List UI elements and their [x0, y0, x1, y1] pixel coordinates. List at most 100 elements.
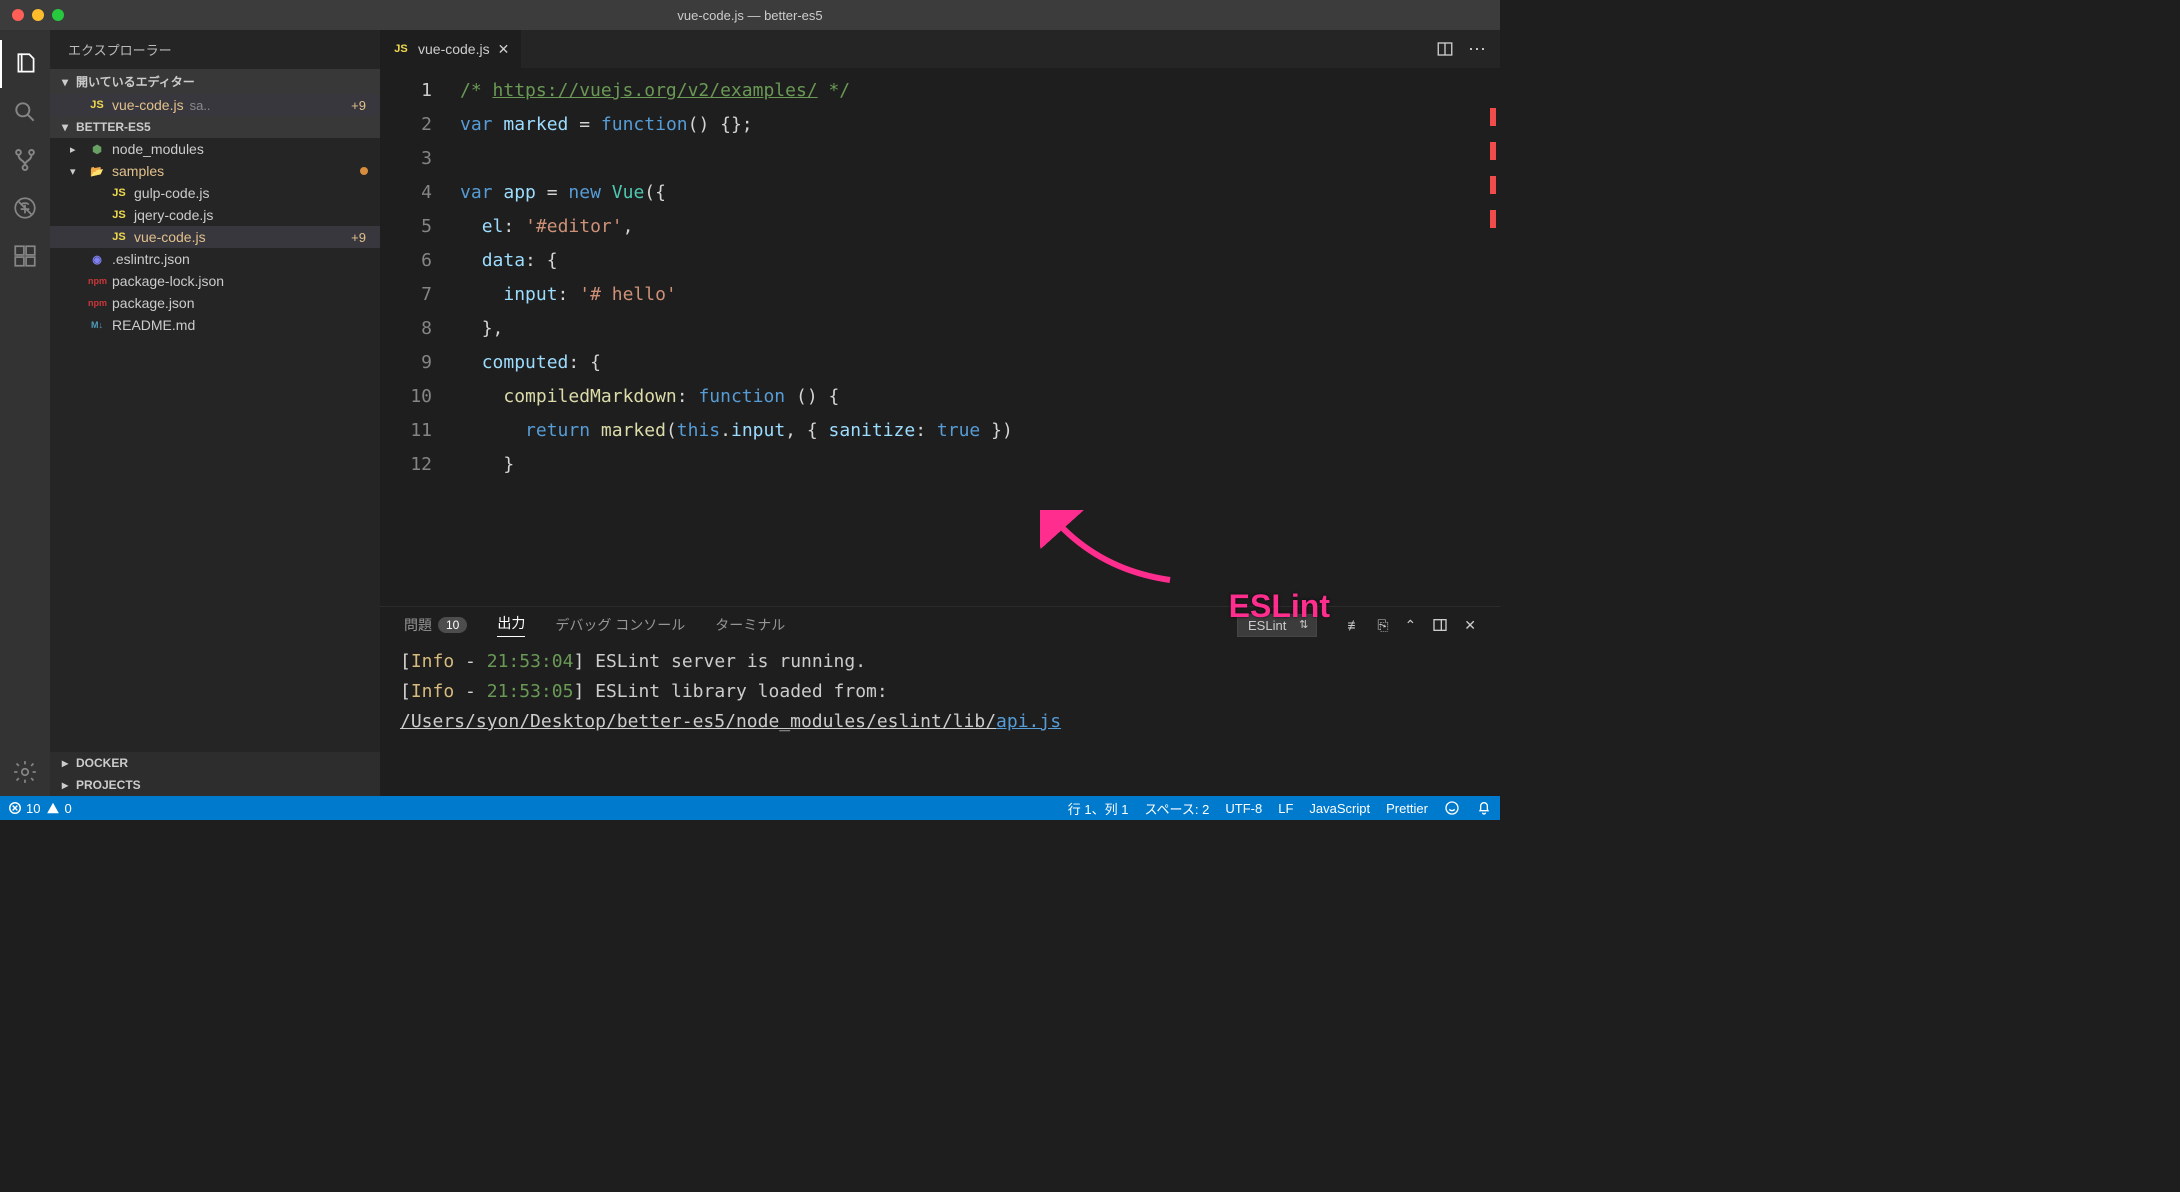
error-marker[interactable] — [1490, 176, 1496, 194]
status-language[interactable]: JavaScript — [1309, 801, 1370, 816]
panel-tabs: 問題 10 出力 デバッグ コンソール ターミナル ESLint ≢ — [380, 607, 1500, 643]
status-indent[interactable]: スペース: 2 — [1144, 799, 1209, 818]
panel-actions: ≢ ⎘ ⌃ ✕ — [1347, 617, 1476, 634]
tree-label: node_modules — [112, 141, 204, 157]
tree-label: jqery-code.js — [134, 207, 213, 223]
panel-tab-debug[interactable]: デバッグ コンソール — [555, 615, 685, 635]
overview-ruler[interactable] — [1490, 108, 1498, 244]
code-editor[interactable]: 123456789101112 /* https://vuejs.org/v2/… — [380, 68, 1500, 606]
activity-debug[interactable] — [0, 184, 50, 232]
status-warnings[interactable]: 0 — [46, 801, 71, 816]
tree-file-package[interactable]: npm package.json — [50, 292, 380, 314]
activity-explorer[interactable] — [0, 40, 50, 88]
chevron-down-icon: ▾ — [58, 120, 72, 134]
status-encoding[interactable]: UTF-8 — [1225, 801, 1262, 816]
warning-icon — [46, 801, 60, 815]
no-bug-icon — [12, 195, 38, 221]
bottom-panel: 問題 10 出力 デバッグ コンソール ターミナル ESLint ≢ — [380, 606, 1500, 796]
panel-tab-label: ターミナル — [715, 615, 785, 635]
status-errors[interactable]: 10 — [8, 801, 40, 816]
smiley-icon — [1444, 800, 1460, 816]
activity-settings[interactable] — [0, 748, 50, 796]
chevron-right-icon: ▸ — [70, 143, 82, 156]
status-cursor[interactable]: 行 1、列 1 — [1068, 799, 1129, 818]
projects-section-header[interactable]: ▸ PROJECTS — [50, 774, 380, 796]
lock-scroll-icon[interactable]: ⎘ — [1377, 617, 1388, 634]
titlebar: vue-code.js — better-es5 — [0, 0, 1500, 30]
panel-tab-problems[interactable]: 問題 10 — [404, 615, 467, 635]
npm-icon: npm — [88, 276, 106, 286]
maximize-panel-icon[interactable] — [1432, 617, 1448, 633]
open-editor-path: sa.. — [190, 98, 211, 113]
status-feedback[interactable] — [1444, 800, 1460, 816]
close-window-button[interactable] — [12, 9, 24, 21]
tree-file-eslintrc[interactable]: ◉ .eslintrc.json — [50, 248, 380, 270]
tree-file-readme[interactable]: M↓ README.md — [50, 314, 380, 336]
activity-bar — [0, 30, 50, 796]
tree-file-package-lock[interactable]: npm package-lock.json — [50, 270, 380, 292]
problems-count-badge: 10 — [438, 617, 467, 633]
gear-icon — [12, 759, 38, 785]
markdown-icon: M↓ — [88, 320, 106, 330]
tree-file-gulp[interactable]: JS gulp-code.js — [50, 182, 380, 204]
npm-icon: npm — [88, 298, 106, 308]
output-log[interactable]: [Info - 21:53:04] ESLint server is runni… — [380, 643, 1500, 796]
status-prettier[interactable]: Prettier — [1386, 801, 1428, 816]
panel-tab-output[interactable]: 出力 — [497, 613, 525, 637]
open-editor-filename: vue-code.js — [112, 97, 184, 113]
output-channel-select[interactable]: ESLint — [1237, 614, 1317, 637]
error-marker[interactable] — [1490, 210, 1496, 228]
docker-section-header[interactable]: ▸ DOCKER — [50, 752, 380, 774]
zoom-window-button[interactable] — [52, 9, 64, 21]
activity-search[interactable] — [0, 88, 50, 136]
js-file-icon: JS — [392, 43, 410, 55]
minimize-window-button[interactable] — [32, 9, 44, 21]
file-tree: ▸ ⬢ node_modules ▾ 📂 samples JS gulp-cod… — [50, 138, 380, 336]
editor-actions: ⋯ — [1422, 30, 1500, 68]
tree-label: .eslintrc.json — [112, 251, 190, 267]
clear-output-icon[interactable]: ≢ — [1347, 617, 1361, 633]
node-folder-icon: ⬢ — [88, 143, 106, 156]
error-marker[interactable] — [1490, 108, 1496, 126]
editor-tab-bar: JS vue-code.js ✕ ⋯ — [380, 30, 1500, 68]
git-branch-icon — [12, 147, 38, 173]
panel-tab-terminal[interactable]: ターミナル — [715, 615, 785, 635]
open-editor-item[interactable]: JS vue-code.js sa.. +9 — [50, 94, 380, 116]
activity-scm[interactable] — [0, 136, 50, 184]
status-notifications[interactable] — [1476, 800, 1492, 816]
line-numbers: 123456789101112 — [380, 68, 450, 606]
chevron-down-icon: ▾ — [70, 165, 82, 178]
search-icon — [12, 99, 38, 125]
more-actions-icon[interactable]: ⋯ — [1468, 39, 1486, 60]
editor-tab[interactable]: JS vue-code.js ✕ — [380, 30, 522, 68]
activity-extensions[interactable] — [0, 232, 50, 280]
tree-label: README.md — [112, 317, 195, 333]
tree-folder-node-modules[interactable]: ▸ ⬢ node_modules — [50, 138, 380, 160]
js-file-icon: JS — [88, 99, 106, 111]
tab-filename: vue-code.js — [418, 41, 490, 57]
close-panel-icon[interactable]: ✕ — [1464, 617, 1476, 634]
chevron-up-icon[interactable]: ⌃ — [1405, 617, 1417, 634]
error-marker[interactable] — [1490, 142, 1496, 160]
panel-tab-label: 出力 — [497, 613, 525, 633]
tree-folder-samples[interactable]: ▾ 📂 samples — [50, 160, 380, 182]
tree-file-vue[interactable]: JS vue-code.js +9 — [50, 226, 380, 248]
split-editor-icon[interactable] — [1436, 40, 1454, 58]
status-eol[interactable]: LF — [1278, 801, 1293, 816]
output-channel-label: ESLint — [1248, 618, 1286, 633]
close-tab-icon[interactable]: ✕ — [498, 41, 510, 58]
error-icon — [8, 801, 22, 815]
workspace-header[interactable]: ▾ BETTER-ES5 — [50, 116, 380, 138]
chevron-right-icon: ▸ — [58, 778, 72, 792]
open-editor-badge: +9 — [351, 98, 366, 113]
extensions-icon — [12, 243, 38, 269]
open-editors-label: 開いているエディター — [76, 73, 195, 90]
code-content[interactable]: /* https://vuejs.org/v2/examples/ */ var… — [450, 68, 1500, 606]
tree-file-jqery[interactable]: JS jqery-code.js — [50, 204, 380, 226]
tree-label: gulp-code.js — [134, 185, 210, 201]
tree-label: samples — [112, 163, 164, 179]
open-editors-header[interactable]: ▾ 開いているエディター — [50, 69, 380, 94]
tree-label: package-lock.json — [112, 273, 224, 289]
editor-area: JS vue-code.js ✕ ⋯ 123456789101112 /* ht… — [380, 30, 1500, 796]
traffic-lights — [0, 9, 64, 21]
